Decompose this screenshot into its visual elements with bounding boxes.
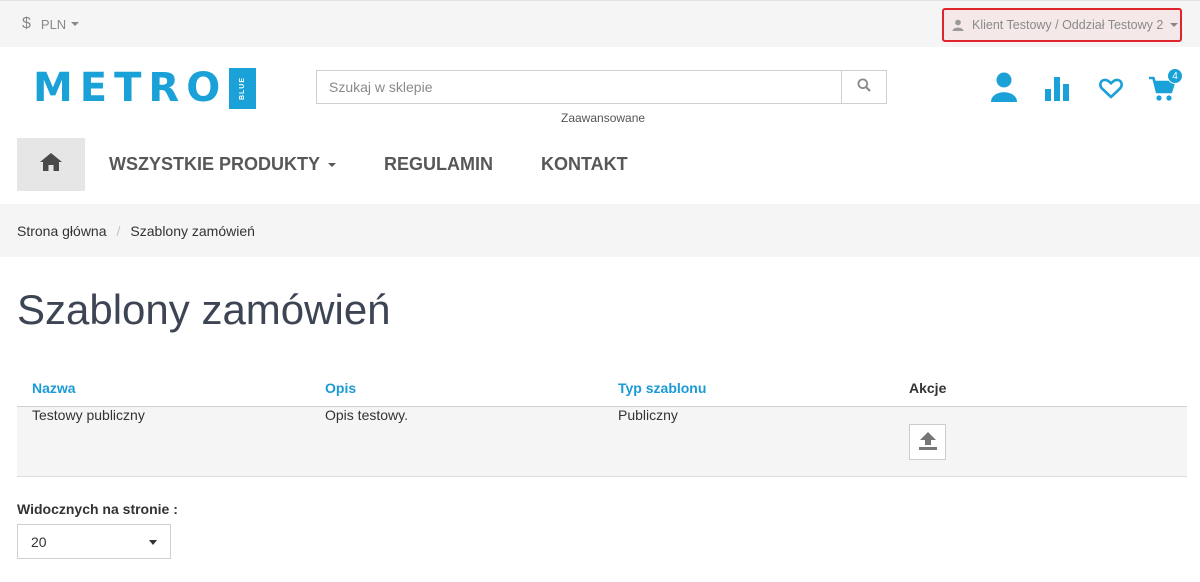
- nav-contact[interactable]: KONTAKT: [541, 154, 628, 175]
- breadcrumb-current: Szablony zamówień: [130, 222, 255, 239]
- currency-label: PLN: [40, 16, 67, 32]
- logo-badge: BLUE: [229, 67, 257, 109]
- currency-selector[interactable]: $ PLN: [22, 15, 80, 33]
- nav-item-label: KONTAKT: [541, 154, 628, 174]
- account-selector[interactable]: Klient Testowy / Oddział Testowy 2: [942, 8, 1182, 42]
- table-header: Nazwa Opis Typ szablonu Akcje: [17, 368, 1187, 407]
- dollar-icon: $: [22, 15, 31, 32]
- user-icon: [952, 19, 964, 31]
- nav-all-products[interactable]: WSZYSTKIE PRODUKTY: [109, 154, 337, 175]
- chevron-down-icon: [1170, 23, 1179, 27]
- chevron-down-icon: [71, 22, 80, 26]
- search-box: [316, 70, 887, 104]
- cart-count-badge: 4: [1167, 68, 1183, 84]
- cell-description: Opis testowy.: [325, 407, 408, 423]
- account-label: Klient Testowy / Oddział Testowy 2: [972, 18, 1164, 32]
- search-input[interactable]: [317, 71, 841, 103]
- cell-name: Testowy publiczny: [32, 407, 145, 423]
- cell-type: Publiczny: [618, 407, 678, 423]
- table-row: Testowy publiczny Opis testowy. Publiczn…: [17, 407, 1187, 477]
- advanced-search-link[interactable]: Zaawansowane: [561, 111, 645, 125]
- column-header-name[interactable]: Nazwa: [32, 380, 76, 396]
- cart-icon: [1149, 76, 1176, 106]
- user-icon: [990, 72, 1018, 106]
- chevron-down-icon: [149, 540, 157, 545]
- logo-text: METRO: [33, 65, 228, 111]
- nav-terms[interactable]: REGULAMIN: [384, 154, 493, 175]
- upload-icon: [918, 431, 938, 454]
- account-button[interactable]: [990, 72, 1018, 107]
- top-bar: $ PLN Klient Testowy / Oddział Testowy 2: [0, 0, 1200, 47]
- search-button[interactable]: [841, 71, 886, 103]
- main-nav: WSZYSTKIE PRODUKTY REGULAMIN KONTAKT: [17, 138, 652, 191]
- column-header-type[interactable]: Typ szablonu: [618, 380, 706, 396]
- chevron-down-icon: [328, 162, 337, 167]
- per-page-label: Widocznych na stronie :: [17, 501, 178, 517]
- stats-icon: [1045, 77, 1069, 105]
- nav-item-label: REGULAMIN: [384, 154, 494, 174]
- nav-item-label: WSZYSTKIE PRODUKTY: [109, 154, 321, 174]
- heart-icon: [1099, 78, 1123, 103]
- page-title: Szablony zamówień: [17, 286, 391, 333]
- breadcrumb: Strona główna / Szablony zamówień: [0, 204, 1200, 257]
- load-template-button[interactable]: [909, 424, 946, 460]
- per-page-select[interactable]: 20: [17, 524, 171, 559]
- per-page-value: 20: [31, 533, 47, 550]
- home-icon: [40, 153, 62, 176]
- breadcrumb-home[interactable]: Strona główna: [17, 223, 107, 239]
- column-header-actions: Akcje: [909, 380, 947, 396]
- column-header-description[interactable]: Opis: [325, 380, 356, 396]
- logo[interactable]: METRO BLUE: [33, 65, 257, 111]
- wishlist-button[interactable]: [1099, 78, 1123, 104]
- search-icon: [857, 78, 871, 97]
- breadcrumb-separator: /: [116, 222, 121, 239]
- nav-home[interactable]: [17, 138, 85, 191]
- compare-button[interactable]: [1045, 77, 1069, 106]
